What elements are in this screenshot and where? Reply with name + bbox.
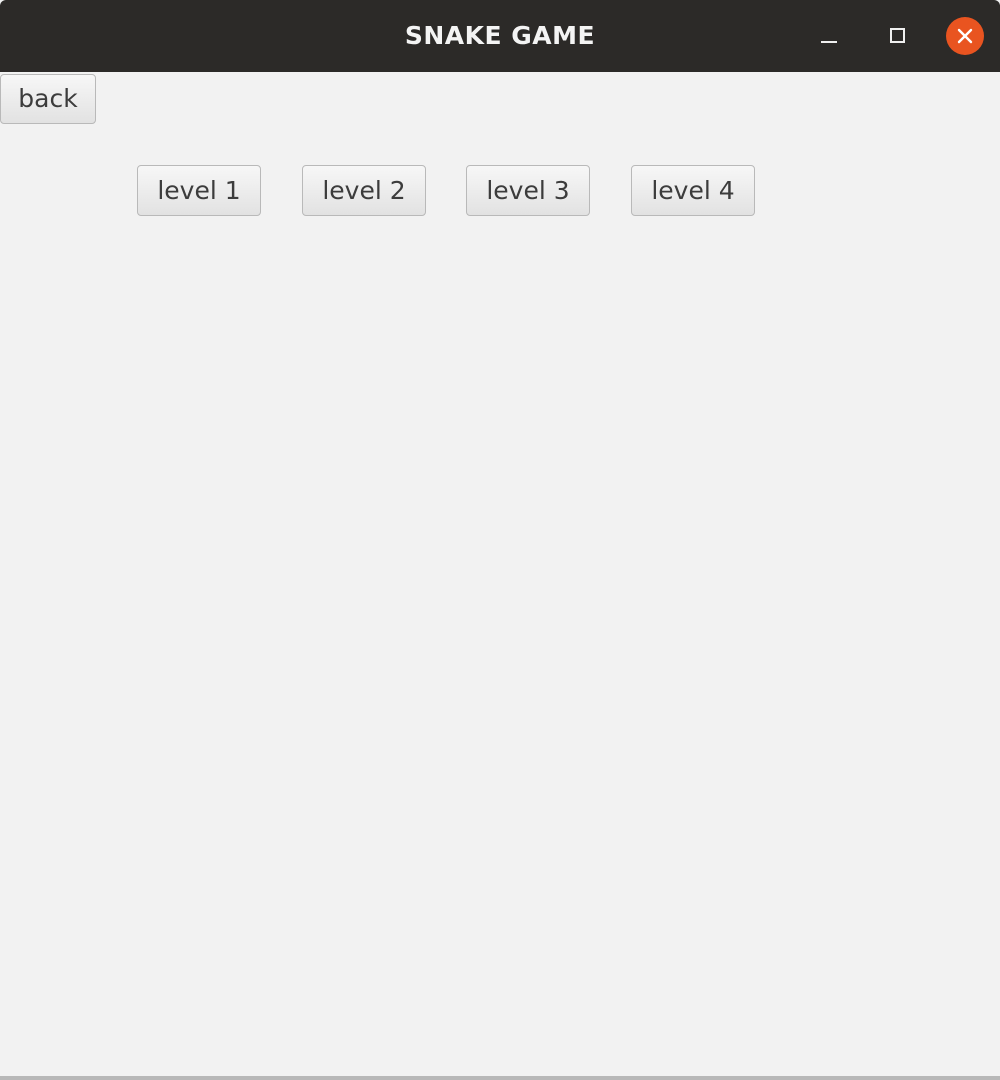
maximize-icon bbox=[890, 28, 905, 43]
minimize-icon bbox=[821, 41, 837, 43]
maximize-button[interactable] bbox=[878, 17, 916, 55]
level-4-button[interactable]: level 4 bbox=[631, 165, 755, 216]
minimize-button[interactable] bbox=[810, 17, 848, 55]
window-title: SNAKE GAME bbox=[404, 21, 596, 50]
close-button[interactable] bbox=[946, 17, 984, 55]
snake-game-window: SNAKE GAME back level 1 level 2 level 3 … bbox=[0, 0, 1000, 1080]
level-select-panel: back level 1 level 2 level 3 level 4 bbox=[0, 72, 1000, 1076]
window-bottom-border bbox=[0, 1076, 1000, 1080]
close-icon bbox=[946, 17, 984, 55]
level-1-button[interactable]: level 1 bbox=[137, 165, 261, 216]
title-bar[interactable]: SNAKE GAME bbox=[0, 0, 1000, 72]
level-3-button[interactable]: level 3 bbox=[466, 165, 590, 216]
back-button[interactable]: back bbox=[0, 74, 96, 124]
level-2-button[interactable]: level 2 bbox=[302, 165, 426, 216]
